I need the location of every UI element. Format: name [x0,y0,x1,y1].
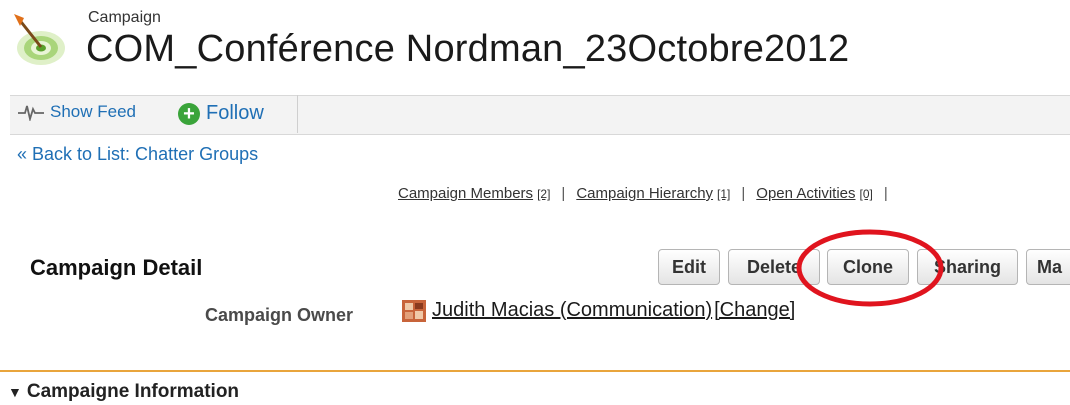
owner-name-link[interactable]: Judith Macias (Communication) [432,299,712,322]
back-to-list-link[interactable]: « Back to List: Chatter Groups [17,144,258,165]
show-feed-button[interactable]: Show Feed [18,102,136,122]
show-feed-label: Show Feed [50,102,136,121]
change-owner-link[interactable]: [Change] [714,299,795,322]
plus-icon: + [178,102,200,125]
object-type-label: Campaign [88,9,161,26]
follow-label: Follow [206,102,264,124]
detail-section-title: Campaign Detail [30,255,203,280]
sharing-button[interactable]: Sharing [917,249,1018,285]
related-list-links: Campaign Members [2] | Campaign Hierarchy… [398,185,899,202]
section-divider [0,370,1070,372]
delete-button[interactable]: Delete [728,249,820,285]
user-avatar-icon [402,299,426,322]
target-icon [14,14,65,65]
page-title: COM_Conférence Nordman_23Octobre2012 [86,28,850,70]
campaign-members-link[interactable]: Campaign Members [2] [398,185,550,202]
edit-button[interactable]: Edit [658,249,720,285]
link-separator: | [741,185,746,202]
triangle-down-icon: ▼ [8,384,22,400]
link-separator: | [883,185,888,202]
campaign-information-section-toggle[interactable]: ▼ Campaigne Information [8,381,239,403]
open-activities-link[interactable]: Open Activities [0] [756,185,873,202]
manage-members-button[interactable]: Ma [1026,249,1070,285]
follow-button[interactable]: + Follow [178,102,264,125]
link-separator: | [561,185,566,202]
pulse-icon [18,105,44,121]
campaign-hierarchy-link[interactable]: Campaign Hierarchy [1] [576,185,730,202]
campaign-owner-label: Campaign Owner [205,305,354,325]
campaign-owner-value: Judith Macias (Communication) [Change] [402,299,795,322]
section-title: Campaigne Information [26,381,240,402]
clone-button[interactable]: Clone [827,249,909,285]
